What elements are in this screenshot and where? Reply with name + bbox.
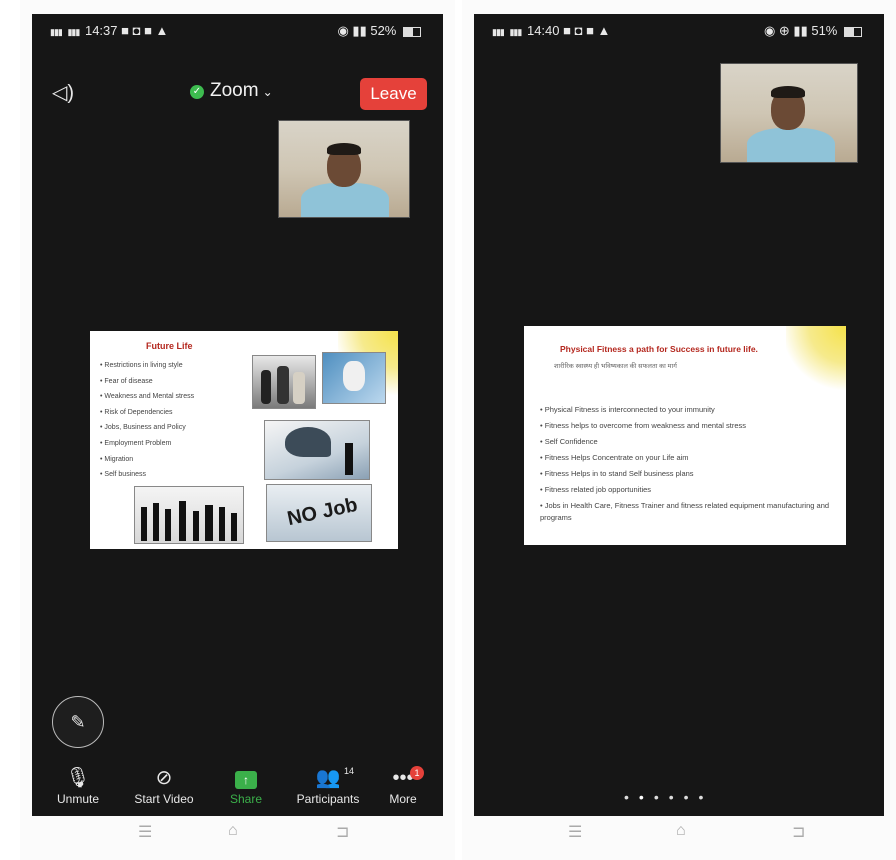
menu-nav-icon[interactable]: ☰ [138, 822, 152, 842]
phone-screenshot-right: ▮▮▮ ▮▮▮ 14:40 ■ ◘ ■ ▲ ◉ ⊕ ▮▮ 51% Physica… [462, 0, 896, 860]
bullet-item: Migration [100, 452, 194, 468]
microphone-muted-icon: 🎙 [65, 767, 91, 789]
notification-badge: 1 [410, 766, 424, 780]
notification-icons: ■ ◘ ■ ▲ [563, 23, 611, 38]
share-button[interactable]: ↑ Share [206, 766, 286, 806]
speaker-icon[interactable]: ◁) [52, 80, 82, 104]
menu-nav-icon[interactable]: ☰ [568, 822, 582, 842]
slide-image-shadow-hand [264, 420, 370, 480]
bullet-item: Fitness Helps in to stand Self business … [540, 466, 846, 482]
back-nav-icon[interactable]: ⊐ [792, 822, 805, 842]
bullet-item: Fitness helps to overcome from weakness … [540, 418, 846, 434]
signal-icon-2: ▮▮▮ [67, 27, 80, 37]
more-button[interactable]: ••• More 1 [368, 766, 438, 806]
android-nav-bar: ☰ ⌂ ⊐ [462, 822, 896, 848]
shield-check-icon: ✓ [190, 85, 204, 99]
slide-title: Future Life [146, 341, 193, 351]
meeting-topbar: ◁) ✓ Zoom ⌄ Leave [32, 74, 443, 110]
bullet-item: Fitness related job opportunities [540, 482, 846, 498]
annotate-pencil-button[interactable]: ✎ [52, 696, 104, 748]
presenter-body [747, 128, 835, 162]
home-nav-icon[interactable]: ⌂ [228, 822, 238, 840]
slide-subtitle: शारीरिक स्वास्थ्य ही भविष्यकाल की सफलता … [554, 363, 677, 370]
bullet-item: Self business [100, 467, 194, 483]
page-dot: • [683, 789, 699, 805]
leave-button[interactable]: Leave [360, 78, 427, 110]
video-off-icon: ⊘ [155, 767, 173, 789]
unmute-label: Unmute [56, 792, 100, 806]
page-indicator-dots[interactable]: •••••• [624, 789, 713, 805]
page-dot: • [698, 789, 714, 805]
page-dot: • [624, 789, 639, 805]
no-job-text: NO Job [285, 493, 360, 531]
notification-icons: ■ ◘ ■ ▲ [121, 23, 169, 38]
bullet-item: Jobs in Health Care, Fitness Trainer and… [540, 498, 846, 524]
bullet-item: Fear of disease [100, 374, 194, 390]
phone-screenshot-left: ▮▮▮ ▮▮▮ 14:37 ■ ◘ ■ ▲ ◉ ▮▮ 52% ◁) ✓ Zoom ⌄… [20, 0, 455, 860]
slide-image-person-mask [322, 352, 386, 404]
zoom-meeting-screen: ▮▮▮ ▮▮▮ 14:37 ■ ◘ ■ ▲ ◉ ▮▮ 52% ◁) ✓ Zoom ⌄… [32, 14, 443, 816]
slide-decoration [786, 326, 846, 396]
bullet-item: Weakness and Mental stress [100, 389, 194, 405]
self-video-thumbnail[interactable] [720, 63, 858, 163]
presenter-hair [771, 86, 805, 98]
more-dots-icon: ••• [392, 767, 414, 789]
status-time: 14:40 [526, 23, 560, 38]
start-video-button[interactable]: ⊘ Start Video [124, 766, 204, 806]
slide-image-no-job: NO Job [266, 484, 372, 542]
unmute-button[interactable]: 🎙 Unmute [38, 766, 118, 806]
start-video-label: Start Video [134, 792, 194, 806]
participants-button[interactable]: 👥 Participants 14 [288, 766, 368, 806]
status-bar: ▮▮▮ ▮▮▮ 14:37 ■ ◘ ■ ▲ ◉ ▮▮ 52% [32, 20, 443, 42]
shared-slide: Future Life Restrictions in living style… [90, 331, 398, 549]
share-screen-icon: ↑ [206, 766, 286, 792]
chevron-down-icon: ⌄ [262, 85, 273, 99]
zoom-meeting-screen-fullscreen: ▮▮▮ ▮▮▮ 14:40 ■ ◘ ■ ▲ ◉ ⊕ ▮▮ 51% Physica… [474, 14, 884, 816]
slide-bullets: Physical Fitness is interconnected to yo… [540, 402, 846, 524]
slide-image-migration-silhouettes [134, 486, 244, 544]
page-dot: • [653, 789, 669, 805]
shield-status-icon: ◉ ⊕ ▮▮ [763, 23, 812, 38]
back-nav-icon[interactable]: ⊐ [336, 822, 349, 842]
participants-count: 14 [344, 766, 355, 776]
bullet-item: Physical Fitness is interconnected to yo… [540, 402, 846, 418]
shared-slide: Physical Fitness a path for Success in f… [524, 326, 846, 545]
bullet-item: Fitness Helps Concentrate on your Life a… [540, 450, 846, 466]
battery-icon [403, 26, 421, 37]
bullet-item: Restrictions in living style [100, 358, 194, 374]
status-time: 14:37 [84, 23, 118, 38]
signal-icon: ▮▮▮ [50, 27, 63, 37]
bullet-item: Employment Problem [100, 436, 194, 452]
self-video-thumbnail[interactable] [278, 120, 410, 218]
participants-label: Participants [296, 792, 360, 806]
presenter-hair [327, 143, 361, 155]
slide-bullets: Restrictions in living style Fear of dis… [100, 358, 194, 483]
status-bar: ▮▮▮ ▮▮▮ 14:40 ■ ◘ ■ ▲ ◉ ⊕ ▮▮ 51% [474, 20, 884, 42]
bullet-item: Self Confidence [540, 434, 846, 450]
battery-percent: 52% [370, 23, 397, 38]
meeting-toolbar: 🎙 Unmute ⊘ Start Video ↑ Share 👥 Partici… [32, 766, 443, 810]
more-label: More [389, 792, 417, 806]
bullet-item: Risk of Dependencies [100, 405, 194, 421]
shield-status-icon: ◉ ▮▮ [337, 23, 371, 38]
meeting-title-label: Zoom [210, 80, 259, 101]
battery-icon [844, 26, 862, 37]
page-dot: • [668, 789, 684, 805]
signal-icon: ▮▮▮ [492, 27, 505, 37]
slide-title: Physical Fitness a path for Success in f… [560, 344, 758, 354]
presenter-body [301, 183, 389, 217]
page-dot-active: • [638, 789, 654, 805]
home-nav-icon[interactable]: ⌂ [676, 822, 686, 840]
signal-icon-2: ▮▮▮ [509, 27, 522, 37]
android-nav-bar: ☰ ⌂ ⊐ [20, 822, 455, 848]
pencil-icon: ✎ [70, 712, 86, 732]
bullet-item: Jobs, Business and Policy [100, 420, 194, 436]
participants-icon: 👥 [315, 767, 341, 789]
slide-image-masked-people [252, 355, 316, 409]
battery-percent: 51% [811, 23, 838, 38]
share-label: Share [229, 792, 263, 806]
meeting-title-dropdown[interactable]: ✓ Zoom ⌄ [190, 80, 273, 102]
